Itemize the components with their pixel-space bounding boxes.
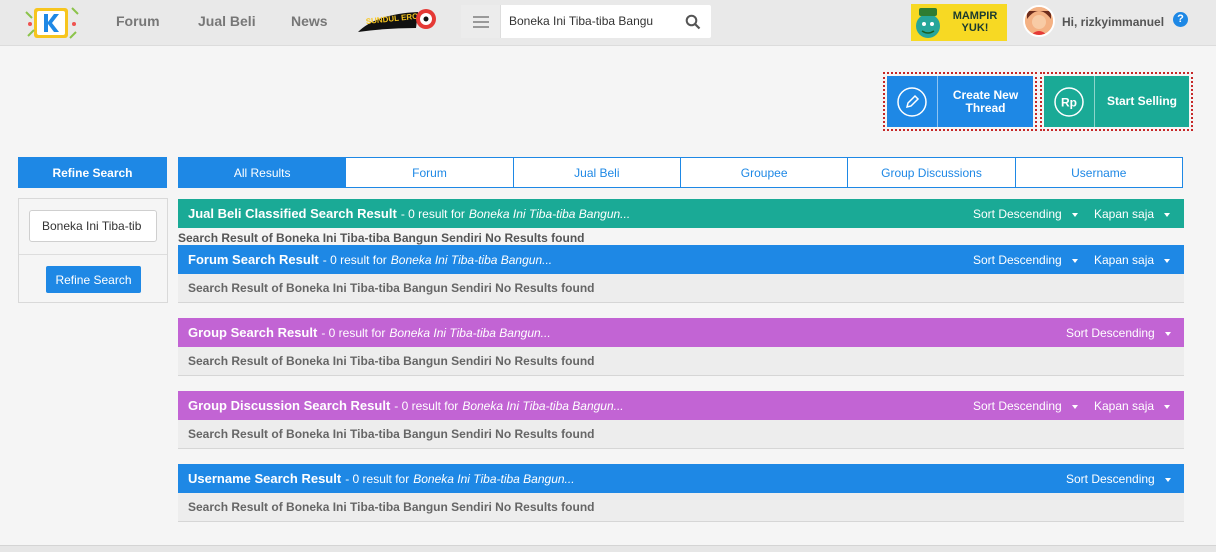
search-icon[interactable] bbox=[685, 14, 701, 30]
section-query: Boneka Ini Tiba-tiba Bangun... bbox=[462, 398, 624, 413]
result-tabs: All Results Forum Jual Beli Groupee Grou… bbox=[178, 157, 1183, 188]
section-count: - 0 result for bbox=[394, 398, 459, 413]
search-bar bbox=[461, 5, 711, 38]
forum-no-results: Search Result of Boneka Ini Tiba-tiba Ba… bbox=[178, 274, 1184, 303]
jual-beli-result-section: Jual Beli Classified Search Result - 0 r… bbox=[178, 199, 1184, 228]
tab-group-discussions[interactable]: Group Discussions bbox=[847, 158, 1014, 187]
sort-dropdown[interactable]: Sort Descending bbox=[1066, 472, 1171, 486]
start-selling-wrapper: Rp Start Selling bbox=[1040, 72, 1193, 131]
sundul-eropa-banner[interactable]: SUNDUL EROPA bbox=[356, 6, 438, 36]
refine-search-header: Refine Search bbox=[18, 157, 167, 188]
chevron-down-icon bbox=[1164, 404, 1171, 409]
username-result-section: Username Search Result - 0 result for Bo… bbox=[178, 464, 1184, 522]
time-filter-dropdown[interactable]: Kapan saja bbox=[1094, 207, 1171, 221]
sort-label: Sort Descending bbox=[973, 253, 1062, 267]
section-query: Boneka Ini Tiba-tiba Bangun... bbox=[390, 252, 553, 267]
search-input[interactable] bbox=[509, 14, 674, 28]
forum-result-header: Forum Search Result - 0 result for Bonek… bbox=[178, 245, 1184, 274]
tab-all-results[interactable]: All Results bbox=[179, 158, 346, 187]
help-icon[interactable]: ? bbox=[1173, 12, 1188, 27]
sort-label: Sort Descending bbox=[973, 207, 1062, 221]
top-navbar: Forum Jual Beli News SUNDUL EROPA Boneka… bbox=[0, 0, 1216, 46]
group-discussion-no-results: Search Result of Boneka Ini Tiba-tiba Ba… bbox=[178, 420, 1184, 449]
rupiah-icon: Rp bbox=[1044, 76, 1095, 127]
tab-jual-beli[interactable]: Jual Beli bbox=[512, 158, 680, 187]
page-footer-line bbox=[0, 545, 1216, 552]
tab-groupee[interactable]: Groupee bbox=[679, 158, 847, 187]
chevron-down-icon bbox=[1164, 331, 1171, 336]
kaskus-logo[interactable] bbox=[22, 2, 82, 44]
group-discussion-result-header: Group Discussion Search Result - 0 resul… bbox=[178, 391, 1184, 420]
chevron-down-icon bbox=[1071, 258, 1078, 263]
section-query: Boneka Ini Tiba-tiba Bangun... bbox=[389, 325, 551, 340]
tab-username[interactable]: Username bbox=[1014, 158, 1182, 187]
section-query: Boneka Ini Tiba-tiba Bangun... bbox=[468, 206, 631, 221]
rupiah-icon-text: Rp bbox=[1061, 95, 1077, 109]
chevron-down-icon bbox=[1164, 258, 1171, 263]
sort-dropdown[interactable]: Sort Descending bbox=[973, 399, 1078, 413]
create-thread-button[interactable]: Create New Thread bbox=[887, 76, 1033, 127]
create-thread-label: Create New Thread bbox=[952, 87, 1019, 115]
nav-forum[interactable]: Forum bbox=[116, 13, 160, 29]
section-title: Group Search Result bbox=[188, 325, 318, 340]
section-count: - 0 result for bbox=[322, 252, 387, 267]
hamburger-icon bbox=[472, 15, 489, 28]
chevron-down-icon bbox=[1164, 477, 1171, 482]
refine-search-input[interactable]: Boneka Ini Tiba-tib bbox=[29, 210, 157, 242]
section-title: Jual Beli Classified Search Result bbox=[188, 206, 397, 221]
group-result-header: Group Search Result - 0 result for Bonek… bbox=[178, 318, 1184, 347]
group-discussion-result-section: Group Discussion Search Result - 0 resul… bbox=[178, 391, 1184, 449]
user-avatar[interactable] bbox=[1023, 5, 1055, 37]
time-filter-label: Kapan saja bbox=[1094, 399, 1155, 413]
sort-dropdown[interactable]: Sort Descending bbox=[973, 253, 1078, 267]
mampir-yuk-banner[interactable]: MAMPIR YUK! bbox=[911, 4, 1007, 41]
chevron-down-icon bbox=[1164, 212, 1171, 217]
sort-label: Sort Descending bbox=[1066, 472, 1155, 486]
username-result-header: Username Search Result - 0 result for Bo… bbox=[178, 464, 1184, 493]
sort-dropdown[interactable]: Sort Descending bbox=[973, 207, 1078, 221]
section-query: Boneka Ini Tiba-tiba Bangun... bbox=[413, 471, 575, 486]
time-filter-dropdown[interactable]: Kapan saja bbox=[1094, 253, 1171, 267]
nav-jual-beli[interactable]: Jual Beli bbox=[198, 13, 256, 29]
group-no-results: Search Result of Boneka Ini Tiba-tiba Ba… bbox=[178, 347, 1184, 376]
section-count: - 0 result for bbox=[321, 325, 386, 340]
start-selling-button[interactable]: Rp Start Selling bbox=[1044, 76, 1189, 127]
sort-label: Sort Descending bbox=[1066, 326, 1155, 340]
sort-label: Sort Descending bbox=[973, 399, 1062, 413]
create-thread-wrapper: Create New Thread bbox=[883, 72, 1037, 131]
forum-result-section: Forum Search Result - 0 result for Bonek… bbox=[178, 245, 1184, 303]
pencil-icon bbox=[887, 76, 938, 127]
refine-divider bbox=[19, 254, 167, 255]
time-filter-label: Kapan saja bbox=[1094, 207, 1155, 221]
sort-dropdown[interactable]: Sort Descending bbox=[1066, 326, 1171, 340]
start-selling-label: Start Selling bbox=[1106, 94, 1177, 108]
refine-search-button[interactable]: Refine Search bbox=[46, 266, 141, 293]
search-category-menu[interactable] bbox=[461, 5, 501, 38]
jual-beli-result-header: Jual Beli Classified Search Result - 0 r… bbox=[178, 199, 1184, 228]
chevron-down-icon bbox=[1071, 212, 1078, 217]
chevron-down-icon bbox=[1071, 404, 1078, 409]
section-title: Group Discussion Search Result bbox=[188, 398, 391, 413]
user-greeting[interactable]: Hi, rizkyimmanuel bbox=[1062, 15, 1164, 29]
time-filter-dropdown[interactable]: Kapan saja bbox=[1094, 399, 1171, 413]
section-count: - 0 result for bbox=[400, 206, 465, 221]
section-count: - 0 result for bbox=[345, 471, 410, 486]
section-title: Username Search Result bbox=[188, 471, 342, 486]
group-result-section: Group Search Result - 0 result for Bonek… bbox=[178, 318, 1184, 376]
time-filter-label: Kapan saja bbox=[1094, 253, 1155, 267]
tab-forum[interactable]: Forum bbox=[345, 158, 512, 187]
jual-beli-no-results: Search Result of Boneka Ini Tiba-tiba Ba… bbox=[178, 231, 585, 245]
nav-news[interactable]: News bbox=[291, 13, 328, 29]
mampir-text: MAMPIR YUK! bbox=[952, 10, 998, 34]
section-title: Forum Search Result bbox=[188, 252, 319, 267]
refine-search-panel: Boneka Ini Tiba-tib Refine Search bbox=[18, 198, 168, 303]
username-no-results: Search Result of Boneka Ini Tiba-tiba Ba… bbox=[178, 493, 1184, 522]
